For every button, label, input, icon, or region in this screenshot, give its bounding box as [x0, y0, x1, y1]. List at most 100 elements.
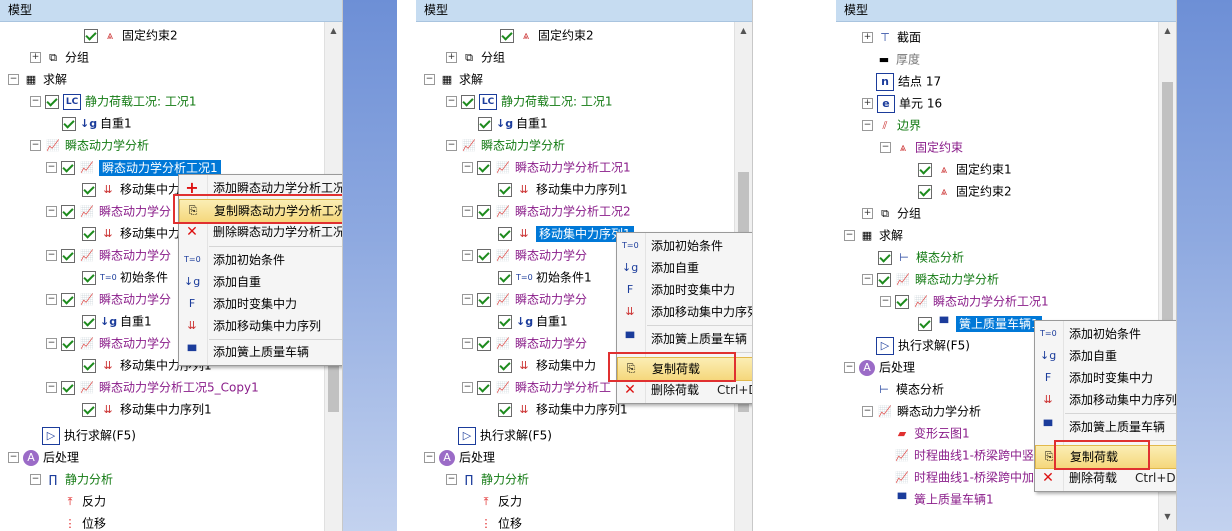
- checkbox-icon[interactable]: [61, 336, 75, 351]
- collapse-icon[interactable]: −: [862, 120, 873, 131]
- scroll-up-icon[interactable]: ▲: [1159, 26, 1176, 35]
- collapse-icon[interactable]: −: [446, 96, 457, 107]
- menu-item-add-vehicle[interactable]: ▀ 添加簧上质量车辆: [179, 341, 342, 363]
- expand-icon[interactable]: +: [30, 52, 41, 63]
- collapse-icon[interactable]: −: [462, 294, 473, 305]
- tree-item[interactable]: − A 后处理: [844, 356, 915, 378]
- tree-item[interactable]: − 📈 瞬态动力学分: [462, 332, 587, 354]
- tree-item[interactable]: − 📈 瞬态动力学分: [46, 244, 171, 266]
- tree-item[interactable]: − 📈 瞬态动力学分析工况1: [462, 156, 631, 178]
- checkbox-icon[interactable]: [877, 272, 891, 287]
- checkbox-icon[interactable]: [62, 116, 76, 131]
- expand-icon[interactable]: +: [862, 208, 873, 219]
- checkbox-icon[interactable]: [918, 316, 932, 331]
- tree-item[interactable]: − LC 静力荷载工况: 工况1: [446, 90, 613, 112]
- checkbox-icon[interactable]: [61, 248, 75, 263]
- tree-item[interactable]: − LC 静力荷载工况: 工况1: [30, 90, 197, 112]
- checkbox-icon[interactable]: [918, 184, 932, 199]
- tree-item[interactable]: ⇊ 移动集中力序列1: [498, 222, 634, 244]
- menu-item-add-vehicle[interactable]: ▀ 添加簧上质量车辆: [617, 328, 752, 350]
- tree-item[interactable]: ⩓ 固定约束2: [918, 180, 1012, 202]
- collapse-icon[interactable]: −: [424, 74, 435, 85]
- menu-item-add-moving[interactable]: ⇊ 添加移动集中力序列: [1035, 389, 1176, 411]
- collapse-icon[interactable]: −: [30, 140, 41, 151]
- checkbox-icon[interactable]: [82, 314, 96, 329]
- checkbox-icon[interactable]: [498, 270, 512, 285]
- checkbox-icon[interactable]: [477, 380, 491, 395]
- checkbox-icon[interactable]: [84, 28, 98, 43]
- collapse-icon[interactable]: −: [446, 474, 457, 485]
- tree-item[interactable]: ▷ 执行求解(F5): [876, 334, 970, 356]
- tree-item[interactable]: − ∏ 静力分析: [446, 468, 529, 490]
- tree-item[interactable]: ↓g 自重1: [82, 310, 152, 332]
- collapse-icon[interactable]: −: [880, 142, 891, 153]
- checkbox-icon[interactable]: [82, 358, 96, 373]
- tree-item[interactable]: 📈 时程曲线1-桥梁跨中竖: [894, 444, 1034, 466]
- tree-item[interactable]: − 📈 瞬态动力学分析工况1: [880, 290, 1049, 312]
- tree-item[interactable]: − ⩓ 固定约束: [880, 136, 963, 158]
- tree-item[interactable]: ▀ 簧上质量车辆1: [918, 312, 1042, 334]
- collapse-icon[interactable]: −: [462, 338, 473, 349]
- checkbox-icon[interactable]: [498, 226, 512, 241]
- collapse-icon[interactable]: −: [880, 296, 891, 307]
- tree-item[interactable]: − 📈 瞬态动力学分: [462, 288, 587, 310]
- tree-item[interactable]: ⇊ 移动集中力序列1: [498, 178, 628, 200]
- collapse-icon[interactable]: −: [30, 96, 41, 107]
- collapse-icon[interactable]: −: [844, 230, 855, 241]
- checkbox-icon[interactable]: [45, 94, 59, 109]
- menu-item-add-timeforce[interactable]: F 添加时变集中力: [617, 279, 752, 301]
- tree-item[interactable]: T=0 初始条件: [82, 266, 168, 288]
- collapse-icon[interactable]: −: [46, 338, 57, 349]
- collapse-icon[interactable]: −: [46, 294, 57, 305]
- tree-item[interactable]: n 结点 17: [876, 70, 941, 92]
- tree-item[interactable]: − ▦ 求解: [424, 68, 483, 90]
- checkbox-icon[interactable]: [461, 94, 475, 109]
- scroll-up-icon[interactable]: ▲: [325, 26, 342, 35]
- collapse-icon[interactable]: −: [446, 140, 457, 151]
- tree-item[interactable]: − 📈 瞬态动力学分析工: [462, 376, 611, 398]
- expand-icon[interactable]: +: [446, 52, 457, 63]
- tree-item[interactable]: ▀ 簧上质量车辆1: [894, 488, 994, 510]
- tree-item[interactable]: ⤒ 反力: [478, 490, 522, 512]
- checkbox-icon[interactable]: [477, 336, 491, 351]
- tree-item[interactable]: − 📈 瞬态动力学分析: [446, 134, 565, 156]
- collapse-icon[interactable]: −: [462, 382, 473, 393]
- checkbox-icon[interactable]: [477, 248, 491, 263]
- tree-item[interactable]: ▬ 厚度: [876, 48, 920, 70]
- checkbox-icon[interactable]: [82, 270, 96, 285]
- tree-item[interactable]: ⊢ 模态分析: [876, 378, 944, 400]
- checkbox-icon[interactable]: [82, 402, 96, 417]
- tree-item[interactable]: ▷ 执行求解(F5): [458, 424, 552, 446]
- checkbox-icon[interactable]: [61, 380, 75, 395]
- tree-item[interactable]: ⋮ 位移: [62, 512, 107, 531]
- collapse-icon[interactable]: −: [424, 452, 435, 463]
- checkbox-icon[interactable]: [82, 226, 96, 241]
- tree-item[interactable]: − 📈 瞬态动力学分析: [862, 268, 999, 290]
- expand-icon[interactable]: +: [862, 98, 873, 109]
- tree-item[interactable]: ⩓ 固定约束2: [84, 24, 178, 46]
- tree-item[interactable]: ▰ 变形云图1: [894, 422, 970, 444]
- tree-item[interactable]: − 📈 瞬态动力学分: [46, 288, 171, 310]
- tree-item[interactable]: − 📈 瞬态动力学分析: [30, 134, 149, 156]
- checkbox-icon[interactable]: [498, 314, 512, 329]
- checkbox-icon[interactable]: [477, 292, 491, 307]
- collapse-icon[interactable]: −: [844, 362, 855, 373]
- collapse-icon[interactable]: −: [862, 274, 873, 285]
- scroll-down-icon[interactable]: ▼: [1159, 512, 1176, 521]
- collapse-icon[interactable]: −: [46, 162, 57, 173]
- checkbox-icon[interactable]: [61, 204, 75, 219]
- checkbox-icon[interactable]: [498, 402, 512, 417]
- tree-item[interactable]: − 📈 瞬态动力学分: [46, 332, 171, 354]
- tree-item[interactable]: − 📈 瞬态动力学分: [462, 244, 587, 266]
- tree-item[interactable]: ⩓ 固定约束1: [918, 158, 1012, 180]
- checkbox-icon[interactable]: [895, 294, 909, 309]
- collapse-icon[interactable]: −: [462, 162, 473, 173]
- tree-item[interactable]: ⩓ 固定约束2: [500, 24, 594, 46]
- checkbox-icon[interactable]: [498, 358, 512, 373]
- tree-item[interactable]: + ⊤ 截面: [862, 26, 921, 48]
- collapse-icon[interactable]: −: [462, 206, 473, 217]
- collapse-icon[interactable]: −: [462, 250, 473, 261]
- menu-item-add-moving[interactable]: ⇊ 添加移动集中力序列: [617, 301, 752, 323]
- checkbox-icon[interactable]: [918, 162, 932, 177]
- tree-item[interactable]: ▷ 执行求解(F5): [42, 424, 136, 446]
